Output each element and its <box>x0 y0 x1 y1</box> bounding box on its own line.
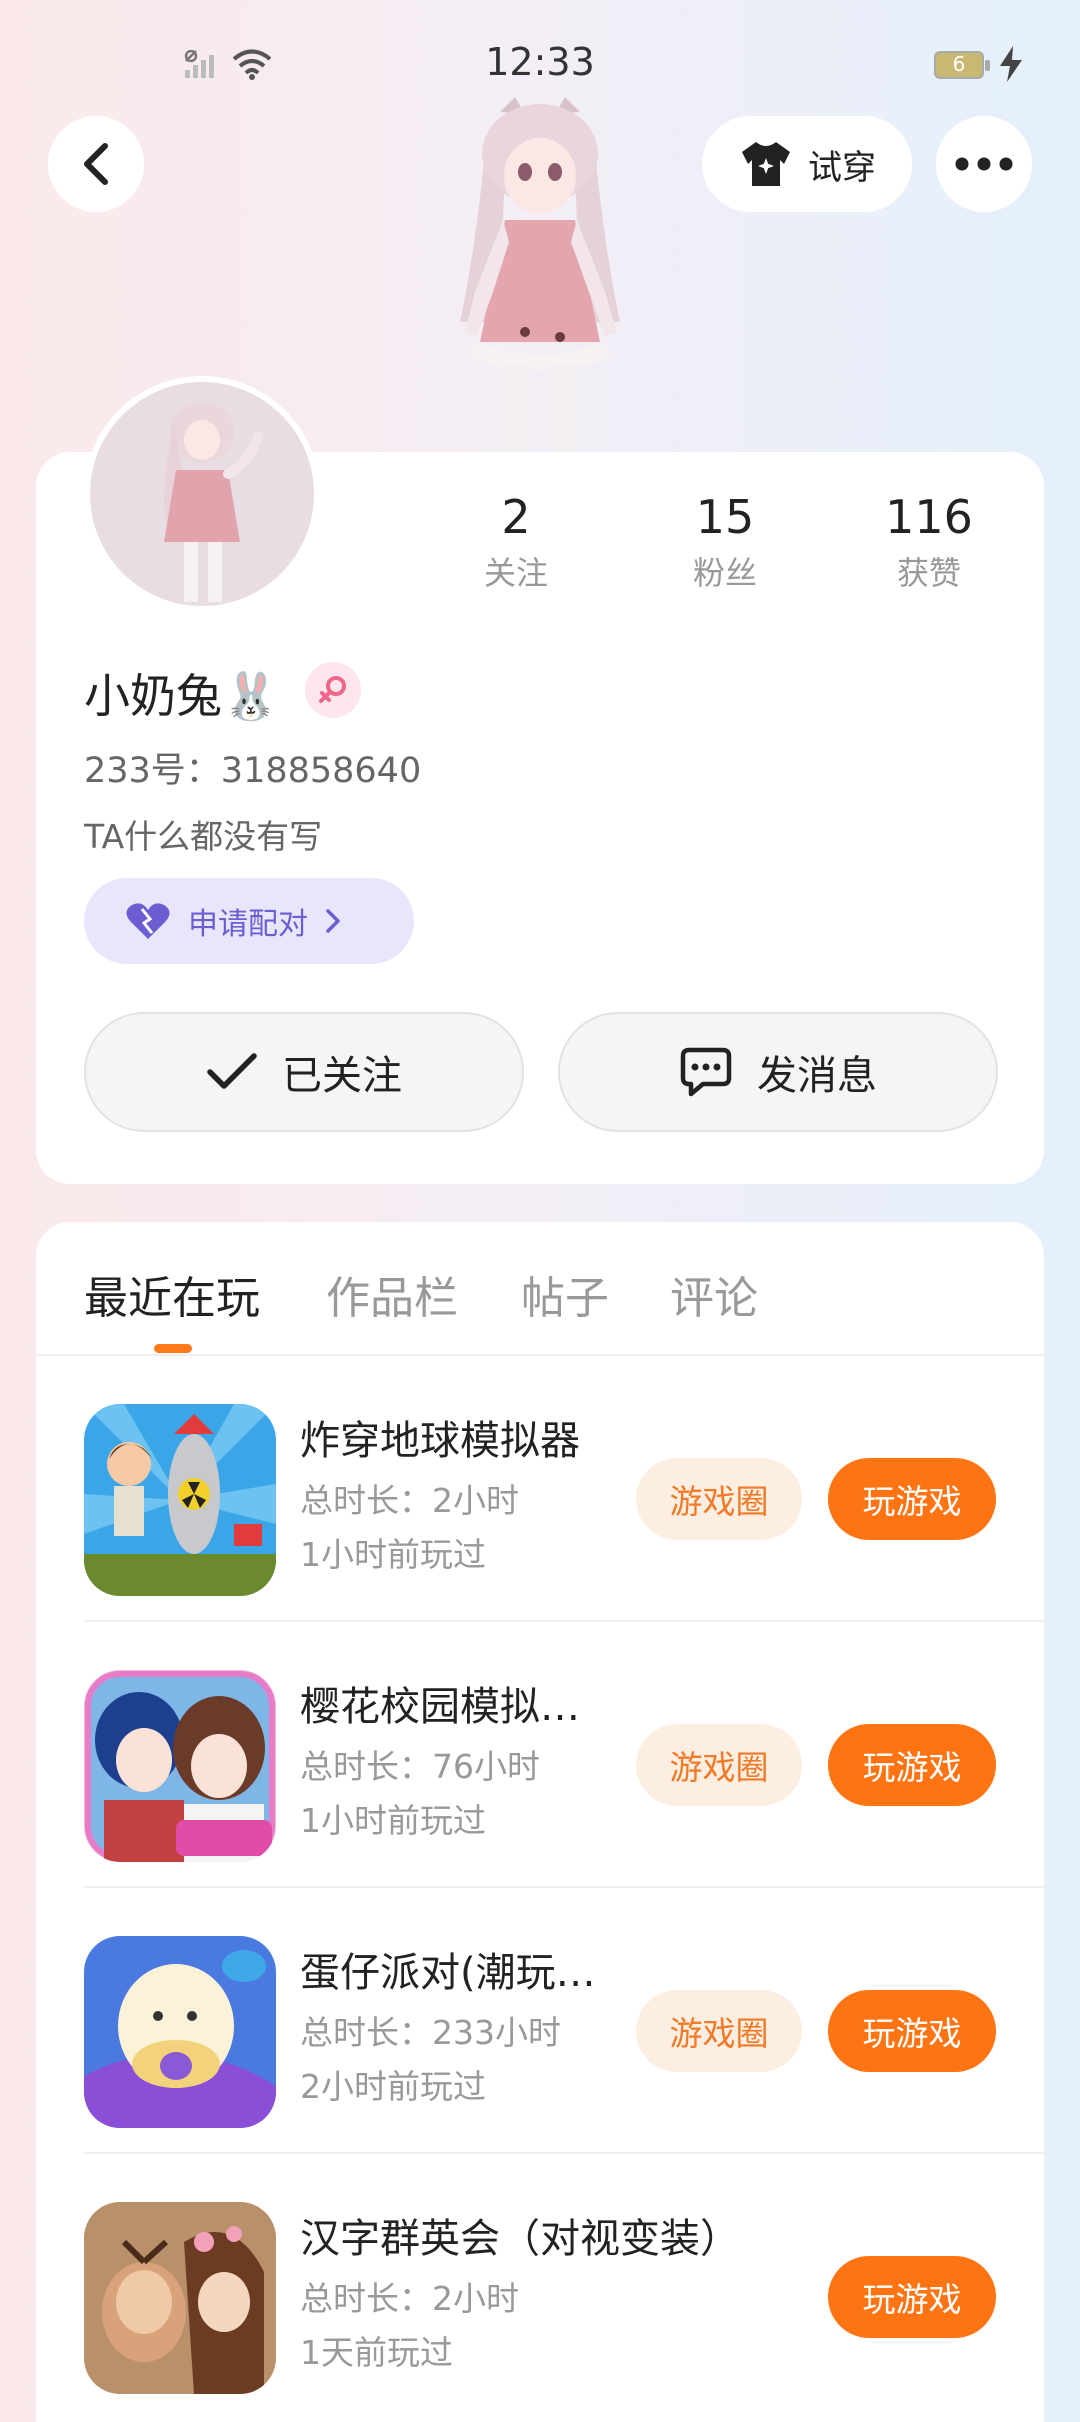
tab-posts[interactable]: 帖子 <box>521 1262 609 1326</box>
play-game-button[interactable]: 玩游戏 <box>828 2256 996 2338</box>
game-last-played: 1小时前玩过 <box>300 1801 486 1840</box>
avatar-character-icon <box>164 402 263 602</box>
back-button[interactable] <box>48 116 144 212</box>
fans-label: 粉丝 <box>692 554 757 592</box>
charging-icon <box>1000 46 1022 82</box>
try-on-label: 试穿 <box>808 147 876 188</box>
play-game-button[interactable]: 玩游戏 <box>828 1990 996 2072</box>
game-duration: 总时长：2小时 <box>300 1481 519 1520</box>
play-game-button[interactable]: 玩游戏 <box>828 1458 996 1540</box>
status-time: 12:33 <box>485 40 595 84</box>
likes-count: 116 <box>885 490 973 544</box>
stat-likes[interactable]: 116 获赞 <box>849 490 1009 594</box>
tab-recently-played[interactable]: 最近在玩 <box>84 1262 260 1326</box>
send-message-button[interactable]: 发消息 <box>558 1012 998 1132</box>
game-icon-hanzi-heroes <box>84 2202 276 2394</box>
game-duration: 总时长：2小时 <box>300 2279 519 2318</box>
user-bio: TA什么都没有写 <box>84 817 323 856</box>
tab-comments[interactable]: 评论 <box>670 1262 758 1326</box>
shirt-icon <box>742 142 790 186</box>
pair-request-label: 申请配对 <box>188 907 308 942</box>
more-button[interactable] <box>936 116 1032 212</box>
game-circle-button[interactable]: 游戏圈 <box>636 1724 802 1806</box>
game-icon-blast-earth <box>84 1404 276 1596</box>
game-circle-button[interactable]: 游戏圈 <box>636 1458 802 1540</box>
following-count: 2 <box>501 490 531 544</box>
avatar[interactable] <box>84 376 320 612</box>
pair-request-button[interactable]: 申请配对 <box>84 878 414 964</box>
game-icon-eggy-party <box>84 1936 276 2128</box>
chevron-right-icon <box>326 909 340 933</box>
following-button-label: 已关注 <box>282 1053 402 1099</box>
game-title: 汉字群英会（对视变装） <box>300 2216 740 2262</box>
game-row[interactable]: 汉字群英会（对视变装） 总时长：2小时 1天前玩过 玩游戏 <box>84 2154 1044 2418</box>
tab-works[interactable]: 作品栏 <box>326 1262 458 1326</box>
game-last-played: 1天前玩过 <box>300 2333 453 2372</box>
following-button[interactable]: 已关注 <box>84 1012 524 1132</box>
stat-following[interactable]: 2 关注 <box>436 490 596 594</box>
battery-level: 6 <box>952 52 966 76</box>
game-duration: 总时长：76小时 <box>300 1747 540 1786</box>
check-icon <box>207 1053 257 1089</box>
tab-active-indicator <box>154 1344 192 1353</box>
game-icon-sakura-school <box>84 1670 276 1862</box>
send-message-label: 发消息 <box>757 1053 877 1099</box>
game-title: 樱花校园模拟… <box>300 1684 580 1730</box>
game-last-played: 1小时前玩过 <box>300 1535 486 1574</box>
likes-label: 获赞 <box>896 554 961 592</box>
chat-icon <box>680 1047 732 1097</box>
game-title: 炸穿地球模拟器 <box>300 1418 580 1464</box>
user-id: 233号：318858640 <box>84 751 422 791</box>
following-label: 关注 <box>483 554 548 592</box>
female-icon <box>305 662 361 718</box>
stat-fans[interactable]: 15 粉丝 <box>645 490 805 594</box>
game-row[interactable]: 炸穿地球模拟器 总时长：2小时 1小时前玩过 游戏圈 玩游戏 <box>84 1356 1044 1622</box>
game-duration: 总时长：233小时 <box>300 2013 561 2052</box>
heart-icon <box>126 903 170 939</box>
tab-bar: 最近在玩 作品栏 帖子 评论 <box>36 1222 1044 1356</box>
game-last-played: 2小时前玩过 <box>300 2067 486 2106</box>
battery-icon: 6 <box>934 51 990 79</box>
game-circle-button[interactable]: 游戏圈 <box>636 1990 802 2072</box>
try-on-button[interactable]: 试穿 <box>702 116 912 212</box>
game-title: 蛋仔派对(潮玩… <box>300 1950 596 1996</box>
game-row[interactable]: 蛋仔派对(潮玩… 总时长：233小时 2小时前玩过 游戏圈 玩游戏 <box>84 1888 1044 2154</box>
fans-count: 15 <box>695 490 755 544</box>
more-icon <box>955 157 1013 171</box>
nickname: 小奶兔🐰 <box>84 669 280 723</box>
avatar-image <box>90 382 314 606</box>
game-row[interactable]: 樱花校园模拟… 总时长：76小时 1小时前玩过 游戏圈 玩游戏 <box>84 1622 1044 1888</box>
back-icon <box>84 143 108 185</box>
avatar-character-image <box>460 97 620 452</box>
play-game-button[interactable]: 玩游戏 <box>828 1724 996 1806</box>
content-card: 最近在玩 作品栏 帖子 评论 炸穿地球模拟器 总时长：2小时 1小时前玩过 游戏… <box>36 1222 1044 2422</box>
